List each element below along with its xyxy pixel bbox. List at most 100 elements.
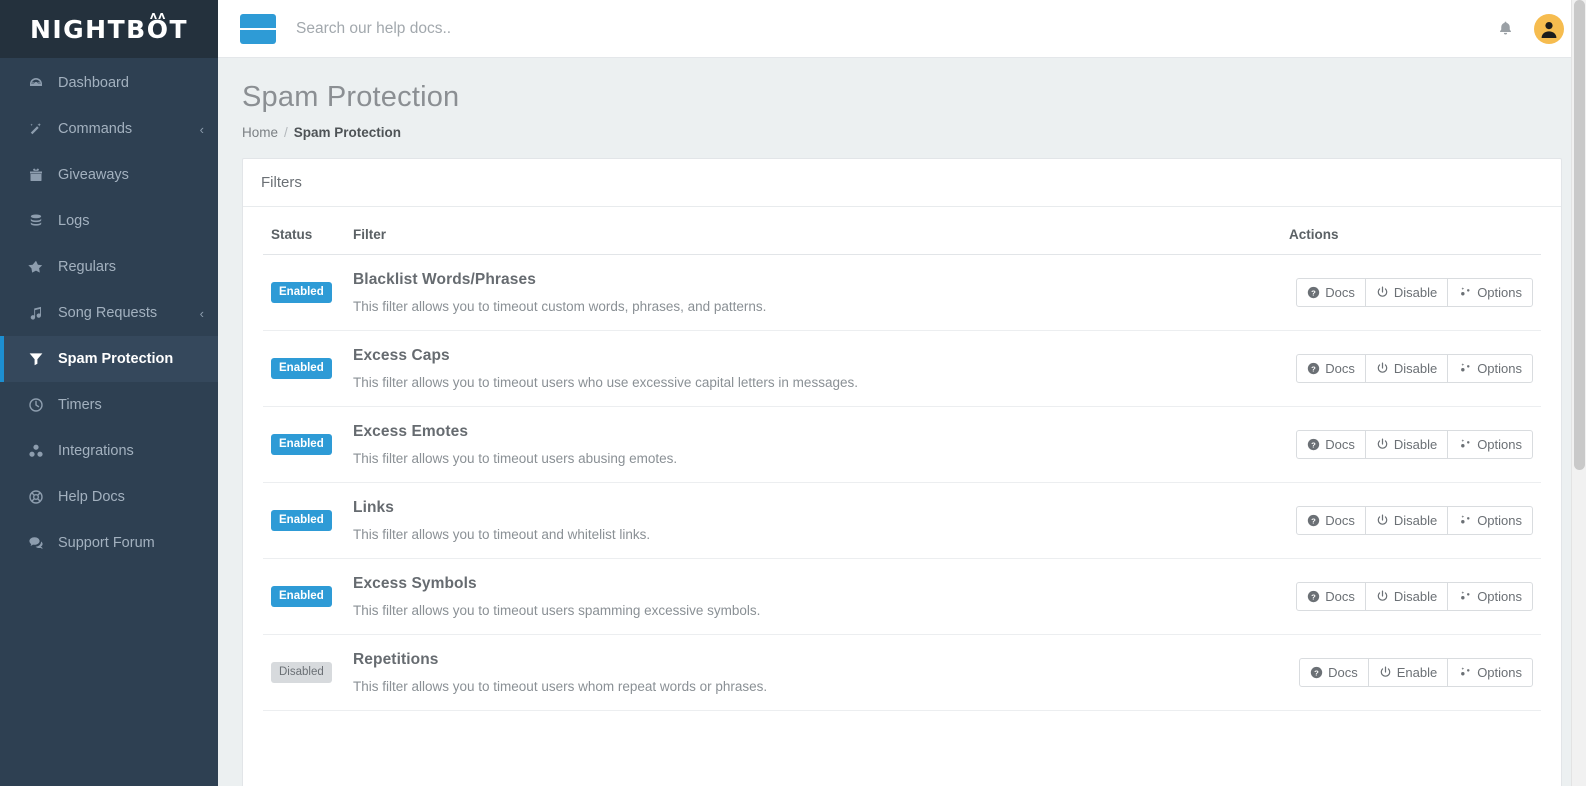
enable-button[interactable]: Enable bbox=[1367, 657, 1449, 688]
cell-actions: ? Docs Disable Options bbox=[1281, 558, 1541, 635]
options-button[interactable]: Options bbox=[1447, 353, 1533, 384]
filter-description: This filter allows you to timeout users … bbox=[353, 374, 858, 390]
brand-name-left: NIGHTB bbox=[29, 14, 147, 44]
svg-text:?: ? bbox=[1311, 364, 1316, 373]
sidebar-item-regulars[interactable]: Regulars bbox=[0, 244, 218, 290]
docs-button[interactable]: ? Docs bbox=[1296, 353, 1366, 384]
chevron-left-icon: ‹ bbox=[199, 121, 204, 137]
button-label: Docs bbox=[1328, 664, 1358, 680]
options-button[interactable]: Options bbox=[1447, 505, 1533, 536]
status-badge: Disabled bbox=[271, 661, 332, 683]
svg-text:?: ? bbox=[1311, 516, 1316, 525]
search-input[interactable] bbox=[296, 19, 1497, 38]
bell-icon[interactable] bbox=[1497, 20, 1514, 37]
brand-bot-o: ʌʌ O bbox=[146, 8, 170, 44]
sidebar-item-dashboard[interactable]: Dashboard bbox=[0, 60, 218, 106]
disable-button[interactable]: Disable bbox=[1364, 581, 1449, 612]
options-button[interactable]: Options bbox=[1447, 581, 1533, 612]
sidebar-item-label: Help Docs bbox=[58, 489, 125, 505]
table-row: Disabled Repetitions This filter allows yo… bbox=[263, 634, 1541, 711]
cell-filter: Links This filter allows you to timeout a… bbox=[345, 482, 1281, 559]
button-label: Docs bbox=[1325, 436, 1355, 452]
options-button[interactable]: Options bbox=[1447, 277, 1533, 308]
filter-description: This filter allows you to timeout users … bbox=[353, 602, 761, 618]
sidebar-item-support-forum[interactable]: Support Forum bbox=[0, 520, 218, 566]
options-button[interactable]: Options bbox=[1447, 657, 1533, 688]
svg-text:?: ? bbox=[1311, 288, 1316, 297]
filter-name: Blacklist Words/Phrases bbox=[353, 270, 536, 288]
question-circle-icon: ? bbox=[1307, 286, 1320, 299]
sidebar-item-label: Song Requests bbox=[58, 305, 158, 321]
button-label: Options bbox=[1477, 588, 1522, 604]
breadcrumb-current: Spam Protection bbox=[293, 124, 402, 140]
table-row: Enabled Links This filter allows you to ti… bbox=[263, 482, 1541, 559]
column-header-filter: Filter bbox=[345, 206, 1281, 255]
sidebar-item-help-docs[interactable]: Help Docs bbox=[0, 474, 218, 520]
sidebar-item-spam-protection[interactable]: Spam Protection bbox=[0, 336, 218, 382]
question-circle-icon: ? bbox=[1307, 438, 1320, 451]
main-region: Spam Protection Home / Spam Protection F… bbox=[218, 0, 1586, 786]
button-label: Disable bbox=[1393, 588, 1438, 604]
sidebar-item-logs[interactable]: Logs bbox=[0, 198, 218, 244]
hamburger-icon-bar bbox=[240, 27, 252, 30]
action-button-group: ? Docs Enable Options bbox=[1289, 657, 1533, 688]
svg-text:?: ? bbox=[1314, 668, 1319, 677]
disable-button[interactable]: Disable bbox=[1364, 505, 1449, 536]
content-area: Filters Status Filter Actions Enabled Bla… bbox=[218, 157, 1586, 786]
filter-name: Repetitions bbox=[353, 650, 439, 668]
vertical-scrollbar[interactable] bbox=[1571, 0, 1586, 786]
filter-description: This filter allows you to timeout custom… bbox=[353, 298, 767, 314]
question-circle-icon: ? bbox=[1307, 362, 1320, 375]
button-label: Docs bbox=[1325, 360, 1355, 376]
chevron-left-icon: ‹ bbox=[199, 305, 204, 321]
disable-button[interactable]: Disable bbox=[1364, 353, 1449, 384]
docs-button[interactable]: ? Docs bbox=[1296, 277, 1366, 308]
options-button[interactable]: Options bbox=[1447, 429, 1533, 460]
svg-text:?: ? bbox=[1311, 592, 1316, 601]
cogs-icon bbox=[1458, 438, 1472, 451]
sidebar-item-song-requests[interactable]: Song Requests ‹ bbox=[0, 290, 218, 336]
sidebar-item-label: Commands bbox=[58, 121, 133, 137]
disable-button[interactable]: Disable bbox=[1364, 277, 1449, 308]
breadcrumb: Home / Spam Protection bbox=[242, 125, 1562, 158]
power-icon bbox=[1376, 438, 1389, 451]
brand-wordmark: NIGHTB ʌʌ O T bbox=[29, 8, 188, 44]
brand-logo[interactable]: NIGHTB ʌʌ O T bbox=[0, 0, 218, 58]
docs-button[interactable]: ? Docs bbox=[1296, 505, 1366, 536]
sidebar-toggle-button[interactable] bbox=[240, 13, 276, 44]
cell-actions: ? Docs Disable Options bbox=[1281, 406, 1541, 483]
breadcrumb-home[interactable]: Home bbox=[242, 125, 278, 140]
comments-icon bbox=[28, 535, 50, 551]
button-label: Options bbox=[1477, 284, 1522, 300]
cell-filter: Excess Emotes This filter allows you to t… bbox=[345, 406, 1281, 483]
cell-status: Enabled bbox=[263, 406, 345, 483]
cell-actions: ? Docs Disable Options bbox=[1281, 330, 1541, 407]
avatar[interactable] bbox=[1534, 13, 1564, 44]
button-label: Disable bbox=[1393, 360, 1438, 376]
status-badge: Enabled bbox=[271, 585, 332, 607]
button-label: Disable bbox=[1393, 512, 1438, 528]
button-label: Docs bbox=[1325, 512, 1355, 528]
docs-button[interactable]: ? Docs bbox=[1299, 657, 1369, 688]
sidebar-item-commands[interactable]: Commands ‹ bbox=[0, 106, 218, 152]
cell-status: Enabled bbox=[263, 482, 345, 559]
filter-name: Excess Symbols bbox=[353, 574, 477, 592]
sidebar-item-integrations[interactable]: Integrations bbox=[0, 428, 218, 474]
cell-status: Enabled bbox=[263, 330, 345, 407]
disable-button[interactable]: Disable bbox=[1364, 429, 1449, 460]
button-label: Options bbox=[1477, 664, 1522, 680]
sidebar-item-timers[interactable]: Timers bbox=[0, 382, 218, 428]
filter-description: This filter allows you to timeout and wh… bbox=[353, 526, 651, 542]
clock-icon bbox=[28, 397, 50, 413]
sidebar-item-giveaways[interactable]: Giveaways bbox=[0, 152, 218, 198]
status-badge: Enabled bbox=[271, 433, 332, 455]
status-badge: Enabled bbox=[271, 357, 332, 379]
docs-button[interactable]: ? Docs bbox=[1296, 429, 1366, 460]
sidebar-item-label: Timers bbox=[58, 397, 102, 413]
docs-button[interactable]: ? Docs bbox=[1296, 581, 1366, 612]
column-header-status: Status bbox=[263, 206, 345, 255]
filters-card-body: Status Filter Actions Enabled Blacklist W… bbox=[243, 206, 1561, 711]
filters-table: Status Filter Actions Enabled Blacklist W… bbox=[263, 206, 1541, 711]
scrollbar-thumb[interactable] bbox=[1574, 0, 1585, 470]
button-label: Options bbox=[1477, 512, 1522, 528]
